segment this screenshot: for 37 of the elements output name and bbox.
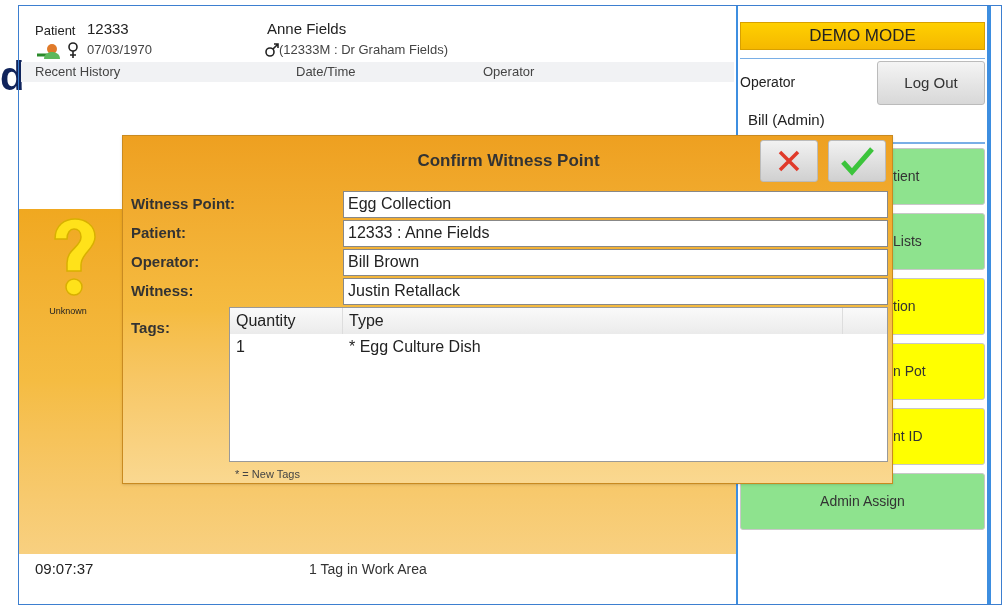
field-value: Bill Brown [343,248,888,276]
footnote: * = New Tags [235,467,301,482]
field-value: Justin Retallack [343,277,888,305]
partner-info: (12333M : Dr Graham Fields) [279,41,449,60]
field-label: Operator: [130,251,201,272]
field-value: 12333 : Anne Fields [343,219,888,247]
person-icon [35,41,63,59]
status-time: 09:07:37 [34,558,95,579]
female-symbol-icon [67,42,79,58]
birth-date: 07/03/1970 [87,41,154,60]
patient-label: Patient [35,21,77,40]
unknown-label: Unknown [49,305,87,318]
demo-banner: DEMO MODE [740,22,985,50]
status-message: 1 Tag in Work Area [309,559,427,579]
field-label: Witness Point: [130,193,237,214]
operator-name: Bill (Admin) [748,110,826,130]
column-header: Recent History [34,63,122,82]
field-label: Witness: [130,280,195,301]
field-value: Egg Collection [343,190,888,218]
column-header: Quantity [230,308,343,334]
check-icon [840,146,874,176]
table-cell-text: * Egg Culture Dish [348,337,482,357]
close-button[interactable] [760,140,818,182]
column-header: Date/Time [296,63,357,82]
cross-icon [777,150,801,172]
dialog-title: Confirm Witness Point [416,150,601,173]
operator-label: Operator [740,72,796,92]
field-label: Patient: [130,222,187,243]
tags-label: Tags: [130,318,171,338]
patient-id: 12333 [87,18,130,39]
column-header: Type [343,308,843,334]
log-out-button[interactable]: Log Out [877,61,985,105]
table-cell-text: 1 [235,337,246,357]
confirm-button[interactable] [828,140,886,182]
male-symbol-icon [265,43,279,57]
patient-name: Anne Fields [267,18,347,39]
column-header: Operator [483,63,535,82]
